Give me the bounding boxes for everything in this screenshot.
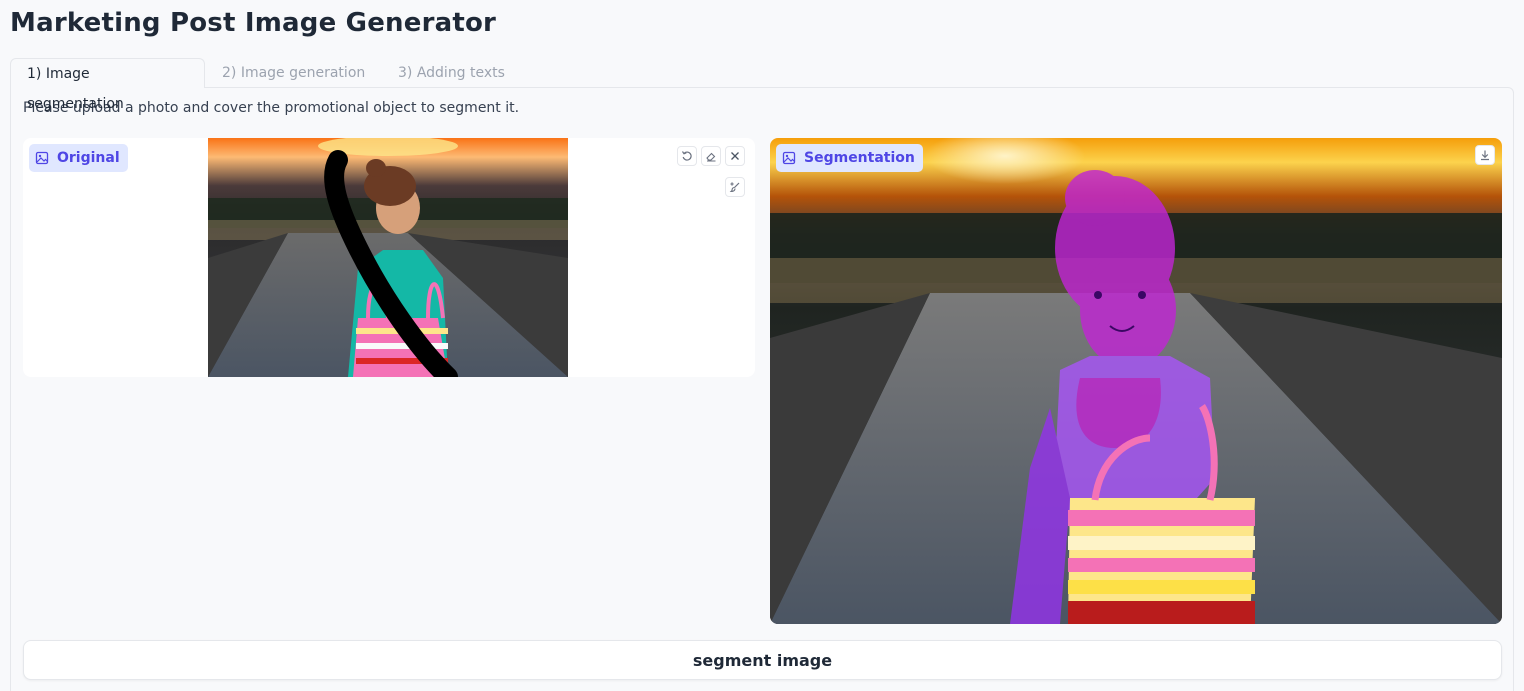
tab-adding-texts[interactable]: 3) Adding texts: [382, 58, 532, 88]
page-title: Marketing Post Image Generator: [10, 8, 497, 38]
image-icon: [782, 151, 796, 165]
undo-icon: [681, 151, 692, 161]
original-photo[interactable]: [208, 138, 568, 377]
brush-button[interactable]: [725, 177, 745, 197]
tab-image-segmentation[interactable]: 1) Image segmentation: [10, 58, 205, 112]
download-icon: [1481, 150, 1489, 161]
segmentation-label: Segmentation: [804, 150, 915, 166]
eraser-icon: [706, 152, 716, 162]
brush-icon: [729, 182, 740, 193]
segment-image-button[interactable]: segment image: [23, 640, 1502, 680]
original-label: Original: [57, 150, 120, 166]
close-icon: [731, 152, 739, 160]
original-label-badge: Original: [29, 144, 128, 172]
original-photo-canvas: [208, 138, 568, 377]
image-icon: [35, 151, 49, 165]
tab-image-generation[interactable]: 2) Image generation: [206, 58, 382, 88]
segmentation-panel: Please upload a photo and cover the prom…: [10, 87, 1514, 691]
clear-button[interactable]: [725, 146, 745, 166]
segmentation-photo: [770, 138, 1502, 624]
segmentation-photo-canvas: [770, 138, 1502, 624]
original-image-editor[interactable]: Original: [23, 138, 755, 377]
undo-button[interactable]: [677, 146, 697, 166]
tab-bar: 1) Image segmentation 2) Image generatio…: [10, 58, 1514, 112]
segmentation-output: Segmentation: [770, 138, 1502, 624]
eraser-button[interactable]: [701, 146, 721, 166]
download-button[interactable]: [1475, 145, 1495, 165]
segmentation-label-badge: Segmentation: [776, 144, 923, 172]
